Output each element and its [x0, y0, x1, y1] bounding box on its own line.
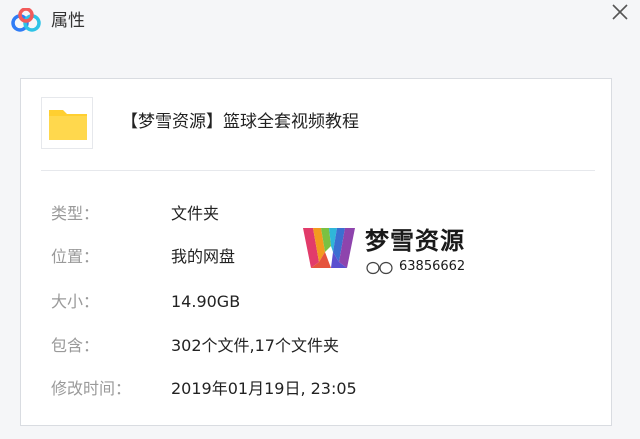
property-value: 14.90GB: [171, 292, 241, 311]
watermark-name: 梦雪资源: [365, 227, 465, 255]
qq-wechat-icon: [366, 261, 393, 275]
watermark: 梦雪资源 63856662: [301, 222, 501, 282]
title-bar: 属性: [0, 0, 640, 44]
divider: [41, 170, 595, 171]
property-row-modified: 修改时间： 2019年01月19日, 23:05: [21, 377, 613, 401]
dialog-title: 属性: [51, 11, 85, 31]
property-label: 修改时间：: [51, 379, 132, 398]
property-value: 2019年01月19日, 23:05: [171, 379, 357, 398]
property-label: 包含：: [51, 336, 100, 355]
watermark-qq: 63856662: [399, 259, 466, 274]
property-label: 大小：: [51, 292, 100, 311]
watermark-logo-icon: [303, 228, 355, 268]
property-label: 类型：: [51, 204, 100, 223]
property-row-size: 大小： 14.90GB: [21, 290, 613, 314]
close-icon: [612, 4, 628, 20]
folder-icon: [49, 110, 87, 140]
baidu-netdisk-logo-icon: [11, 7, 41, 34]
property-value: 文件夹: [171, 204, 220, 223]
property-value: 我的网盘: [171, 247, 236, 266]
property-row-contains: 包含： 302个文件,17个文件夹: [21, 334, 613, 358]
property-label: 位置：: [51, 247, 100, 266]
property-value: 302个文件,17个文件夹: [171, 336, 339, 355]
folder-name: 【梦雪资源】篮球全套视频教程: [121, 112, 359, 132]
close-button[interactable]: [608, 0, 632, 24]
folder-thumbnail: [41, 97, 93, 149]
properties-panel: 【梦雪资源】篮球全套视频教程 类型： 文件夹 位置： 我的网盘 大小： 14.9…: [20, 78, 612, 426]
properties-dialog: 属性 【梦雪资源】篮球全套视频教程 类型： 文件夹 位置： 我的网盘 大小： 1…: [0, 0, 640, 439]
